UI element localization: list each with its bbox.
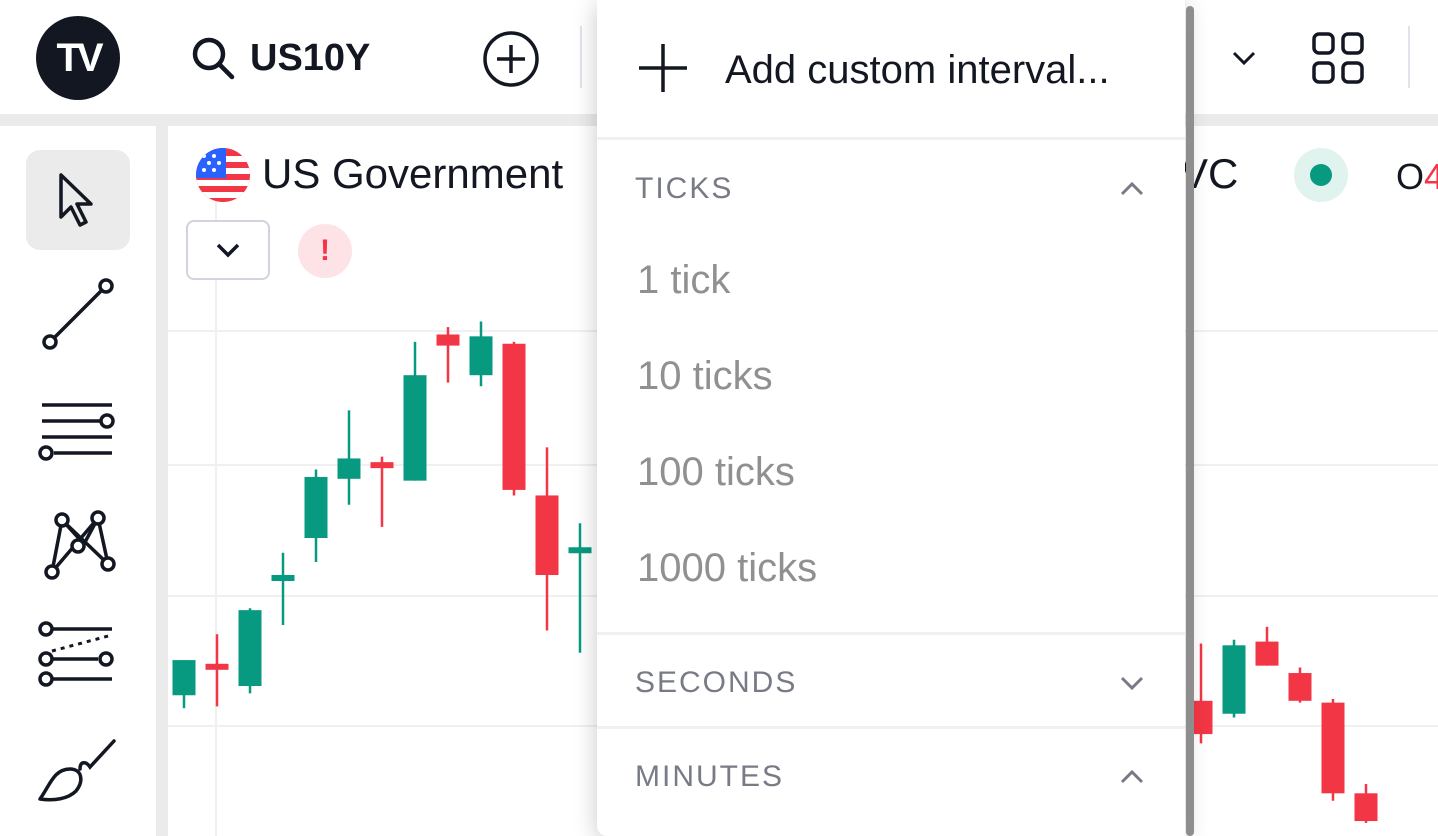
dropdown-scrollbar[interactable] — [1186, 6, 1194, 836]
section-title: SECONDS — [635, 666, 798, 699]
symbol-title[interactable]: US Government — [262, 150, 563, 198]
add-custom-interval-button[interactable]: Add custom interval... — [597, 0, 1185, 138]
symbol-search-button[interactable]: US10Y — [190, 30, 370, 86]
symbol-label: US10Y — [250, 36, 371, 79]
add-custom-interval-label: Add custom interval... — [725, 48, 1110, 92]
candle-body — [403, 375, 427, 481]
ohlc-open-value: 4 — [1424, 156, 1438, 197]
candle-body — [304, 476, 328, 538]
interval-item-100-ticks[interactable]: 100 ticks — [597, 428, 1185, 520]
legend-collapse-button[interactable] — [186, 220, 270, 280]
divider — [597, 137, 1185, 140]
pattern-tool-button[interactable] — [26, 492, 130, 592]
plus-circle-icon[interactable] — [482, 30, 540, 88]
us-flag-icon — [196, 148, 250, 202]
cursor-tool-button[interactable] — [26, 150, 130, 250]
warning-icon[interactable]: ! — [298, 224, 352, 278]
section-ticks-header[interactable]: TICKS — [597, 142, 1185, 232]
section-title: TICKS — [635, 172, 734, 205]
toolbar-separator — [580, 26, 582, 88]
plus-icon — [639, 44, 687, 92]
interval-item-10-ticks[interactable]: 10 ticks — [597, 332, 1185, 424]
candle-body — [469, 336, 493, 376]
candle-body — [568, 547, 592, 554]
candle-body — [535, 495, 559, 575]
interval-item-label: 10 ticks — [637, 354, 773, 398]
live-dot-icon — [1310, 164, 1332, 186]
candle-body — [370, 462, 394, 469]
section-title: MINUTES — [635, 760, 784, 793]
pattern-icon — [44, 510, 116, 580]
search-icon — [192, 37, 235, 80]
candle-body — [1354, 793, 1378, 822]
interval-item-1-tick[interactable]: 1 tick — [597, 236, 1185, 328]
interval-dropdown: Add custom interval... TICKS 1 tick 10 t… — [597, 0, 1185, 836]
interval-item-label: 100 ticks — [637, 450, 795, 494]
chevron-down-icon — [216, 243, 240, 258]
chevron-down-icon[interactable] — [1228, 42, 1260, 74]
cursor-arrow-icon — [59, 173, 93, 227]
candle-body — [271, 575, 295, 581]
trend-line-icon — [42, 278, 114, 350]
chevron-up-icon — [1120, 181, 1144, 196]
market-status-indicator[interactable] — [1294, 148, 1348, 202]
fib-retracement-icon — [38, 403, 115, 461]
divider — [597, 632, 1185, 635]
candle-body — [502, 343, 526, 490]
ohlc-open: O4 — [1396, 156, 1438, 198]
forecast-icon — [38, 621, 114, 687]
section-seconds-header[interactable]: SECONDS — [597, 636, 1185, 726]
brush-tool-button[interactable] — [26, 720, 130, 820]
fib-tool-button[interactable] — [26, 378, 130, 478]
candle-body — [238, 610, 262, 686]
candle-body — [205, 663, 229, 670]
candle-body — [172, 660, 196, 696]
candle-body — [1222, 645, 1246, 714]
toolbar-separator — [1408, 26, 1410, 88]
candle-body — [1288, 673, 1312, 701]
interval-item-1000-ticks[interactable]: 1000 ticks — [597, 524, 1185, 616]
candle-body — [1255, 641, 1279, 666]
chevron-up-icon — [1120, 769, 1144, 784]
interval-item-label: 1000 ticks — [637, 546, 818, 590]
ohlc-open-label: O — [1396, 156, 1425, 197]
trend-line-tool-button[interactable] — [26, 264, 130, 364]
candle-body — [1321, 702, 1345, 794]
interval-item-label: 1 tick — [637, 258, 731, 302]
logo-text: TV — [56, 35, 103, 80]
candle-body — [436, 334, 460, 346]
divider — [597, 726, 1185, 729]
drawing-toolbar — [0, 126, 156, 836]
candle-body — [337, 458, 361, 479]
forecast-tool-button[interactable] — [26, 606, 130, 706]
section-minutes-header[interactable]: MINUTES — [597, 730, 1185, 820]
brush-icon — [38, 739, 116, 802]
layout-grid-icon[interactable] — [1310, 30, 1366, 86]
chevron-down-icon — [1120, 676, 1144, 691]
tradingview-logo-icon[interactable]: TV — [36, 16, 120, 100]
